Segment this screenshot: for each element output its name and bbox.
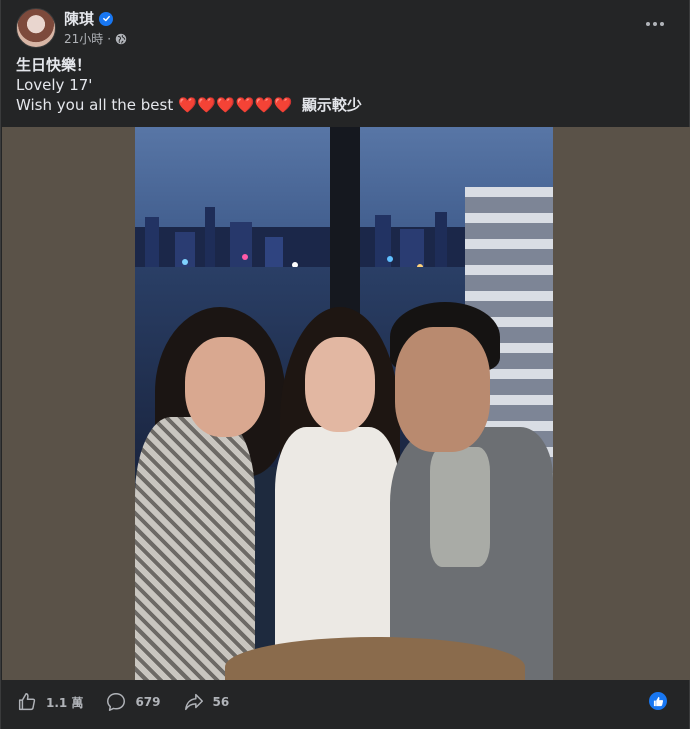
comment-bubble-icon — [107, 693, 126, 711]
caption-line: 生日快樂！ — [16, 56, 92, 74]
share-count: 56 — [212, 695, 230, 709]
thumbs-up-icon — [18, 693, 36, 711]
facebook-post: 陳琪 21小時 · 生日快樂！ Lovely 17' Wish you all … — [0, 0, 690, 729]
post-meta: 21小時 · — [64, 31, 127, 47]
post-timestamp[interactable]: 21小時 — [64, 30, 103, 47]
more-options-icon[interactable] — [641, 14, 669, 34]
like-reaction-icon[interactable] — [649, 692, 667, 710]
caption-text: Wish you all the best — [16, 96, 174, 114]
like-button[interactable]: 1.1 萬 — [16, 688, 83, 716]
post-header: 陳琪 21小時 · — [16, 8, 127, 48]
caption-line: Lovely 17' — [16, 76, 93, 94]
author-avatar[interactable] — [16, 8, 56, 48]
share-arrow-icon — [184, 693, 203, 711]
post-actions: 1.1 萬 679 56 — [16, 688, 676, 716]
comment-button[interactable]: 679 — [105, 688, 161, 716]
author-name-row: 陳琪 — [64, 10, 127, 28]
comment-count: 679 — [135, 695, 161, 709]
share-button[interactable]: 56 — [183, 688, 230, 716]
author-name[interactable]: 陳琪 — [64, 8, 94, 29]
verified-badge-icon — [99, 11, 114, 26]
like-count: 1.1 萬 — [46, 695, 84, 710]
heart-emojis: ❤️❤️❤️❤️❤️❤️ — [178, 96, 294, 114]
post-caption: 生日快樂！ Lovely 17' Wish you all the best ❤… — [16, 55, 362, 115]
post-media[interactable] — [2, 127, 690, 680]
caption-line: Wish you all the best ❤️❤️❤️❤️❤️❤️ 顯示較少 — [16, 95, 362, 115]
author-info: 陳琪 21小時 · — [64, 10, 127, 47]
photo-person — [305, 337, 375, 432]
post-photo[interactable] — [135, 127, 553, 680]
globe-icon[interactable] — [115, 33, 127, 45]
photo-person — [185, 337, 265, 437]
photo-person — [395, 327, 490, 452]
photo-person — [135, 417, 255, 680]
photo-person — [430, 447, 490, 567]
meta-separator: · — [107, 31, 112, 46]
see-less-link[interactable]: 顯示較少 — [302, 96, 362, 114]
